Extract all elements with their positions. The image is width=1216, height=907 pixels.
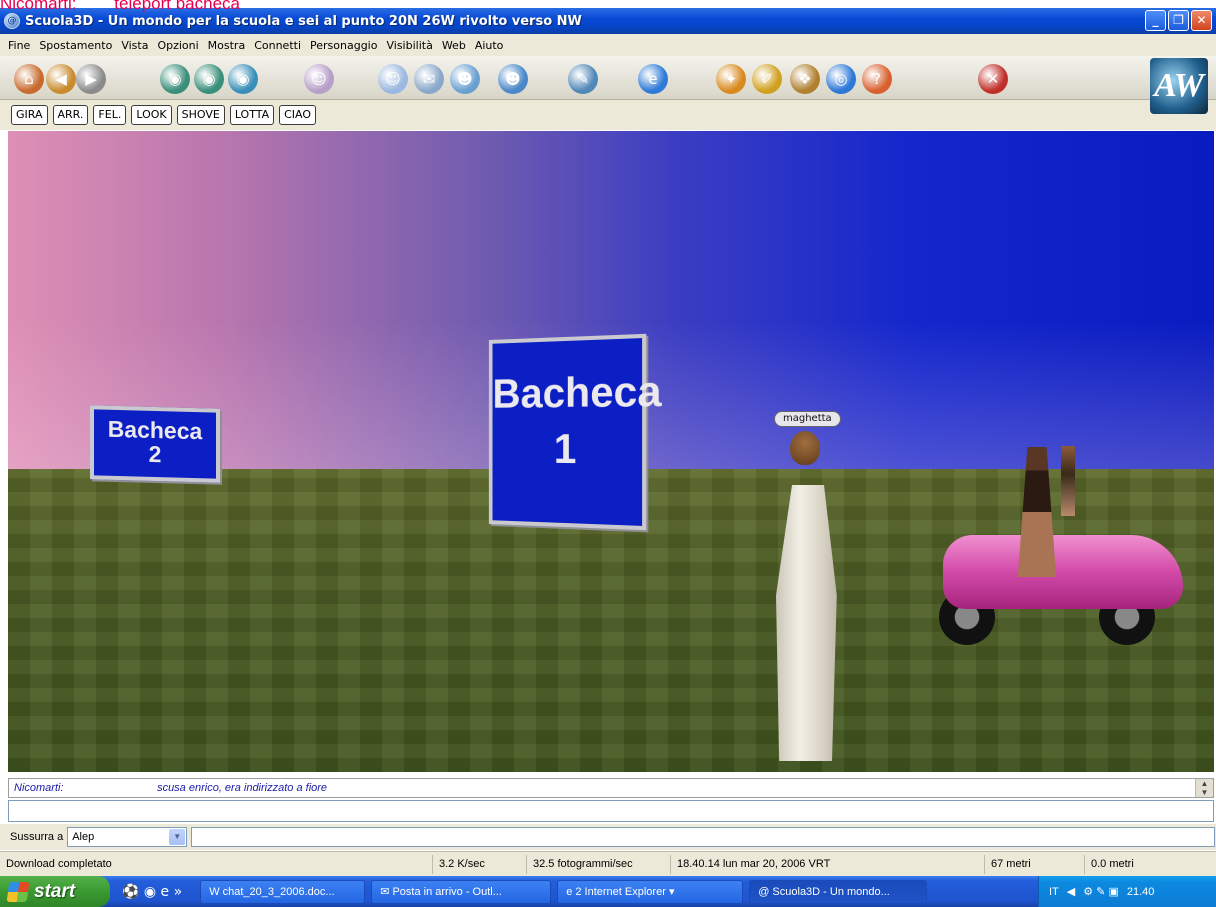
chat-log[interactable]: Nicomarti: scusa enrico, era indirizzato… bbox=[8, 778, 1214, 798]
menu-web[interactable]: Web bbox=[442, 39, 466, 52]
shove-button[interactable]: SHOVE bbox=[176, 105, 225, 125]
menu-aiuto[interactable]: Aiuto bbox=[475, 39, 504, 52]
eye-first-person-icon[interactable]: ◉ bbox=[160, 64, 190, 94]
eye-third-person-icon[interactable]: ◉ bbox=[194, 64, 224, 94]
bacheca-1-title: Bacheca bbox=[492, 366, 662, 417]
ie-icon: e bbox=[566, 885, 573, 898]
internet-explorer-icon[interactable]: e bbox=[638, 64, 668, 94]
menu-connetti[interactable]: Connetti bbox=[254, 39, 301, 52]
chevron-down-icon[interactable]: ▼ bbox=[169, 829, 186, 845]
friends-icon[interactable]: ☻ bbox=[498, 64, 528, 94]
language-indicator[interactable]: IT bbox=[1049, 886, 1059, 898]
back-icon[interactable]: ◀ bbox=[46, 64, 76, 94]
whisper-recipient-value: Alep bbox=[72, 831, 95, 843]
edit-icon[interactable]: ✐ bbox=[752, 64, 782, 94]
telegram-icon[interactable]: ✉ bbox=[414, 64, 444, 94]
lotta-button[interactable]: LOTTA bbox=[229, 105, 275, 125]
look-button[interactable]: LOOK bbox=[131, 105, 172, 125]
whisper-label: Sussurra a bbox=[10, 831, 64, 843]
status-altitude: 0.0 metri bbox=[1084, 855, 1216, 874]
menu-opzioni[interactable]: Opzioni bbox=[157, 39, 198, 52]
status-download: Download completato bbox=[6, 858, 112, 870]
taskbar-outlook[interactable]: ✉ Posta in arrivo - Outl... bbox=[371, 879, 552, 904]
exit-icon[interactable]: ✕ bbox=[978, 64, 1008, 94]
start-label: start bbox=[34, 880, 76, 902]
clock: 21.40 bbox=[1126, 885, 1155, 898]
taskbar-outlook-label: Posta in arrivo - Outl... bbox=[392, 885, 502, 898]
eye-view-icon[interactable]: ◉ bbox=[228, 64, 258, 94]
scuola3d-icon: @ bbox=[758, 885, 770, 898]
menu-bar: Fine Spostamento Vista Opzioni Mostra Co… bbox=[0, 34, 1216, 56]
world-icon[interactable]: ❖ bbox=[790, 64, 820, 94]
minimize-button[interactable]: _ bbox=[1145, 10, 1166, 31]
3d-viewport[interactable]: Bacheca 2 Bacheca 1 maghetta bbox=[8, 131, 1214, 772]
system-tray: IT ◀ ⚙ ✎ ▣ 21.40 bbox=[1038, 876, 1216, 907]
arr-button[interactable]: ARR. bbox=[52, 105, 89, 125]
home-icon[interactable]: ⌂ bbox=[14, 64, 44, 94]
maximize-button[interactable]: ❐ bbox=[1168, 10, 1189, 31]
chat-message: scusa enrico, era indirizzato a fiore bbox=[157, 782, 328, 794]
word-icon: W bbox=[209, 885, 220, 898]
taskbar-ie-group[interactable]: e 2 Internet Explorer ▾ bbox=[557, 879, 744, 904]
status-datetime: 18.40.14 lun mar 20, 2006 VRT bbox=[670, 855, 984, 874]
menu-visibilita[interactable]: Visibilità bbox=[386, 39, 432, 52]
status-distance: 67 metri bbox=[984, 855, 1084, 874]
taskbar-scuola3d[interactable]: @ Scuola3D - Un mondo... bbox=[749, 879, 928, 904]
start-button[interactable]: start bbox=[0, 876, 110, 907]
bacheca-2-title: Bacheca bbox=[107, 415, 203, 445]
chat-afk-icon[interactable]: ✎ bbox=[568, 64, 598, 94]
help-icon[interactable]: ? bbox=[862, 64, 892, 94]
close-button[interactable]: ✕ bbox=[1191, 10, 1212, 31]
maghetta-avatar[interactable] bbox=[760, 427, 850, 762]
distant-avatar[interactable] bbox=[1061, 446, 1075, 516]
pink-scooter[interactable] bbox=[923, 511, 1193, 651]
taskbar-ie-label: 2 Internet Explorer bbox=[575, 885, 666, 898]
quick-launch-icons[interactable]: ⚽ ◉ e » bbox=[122, 884, 182, 900]
whisper-recipient-select[interactable]: Alep ▼ bbox=[67, 827, 188, 847]
overlay-caption: Nicomarti: teleport bacheca bbox=[0, 0, 240, 13]
menu-spostamento[interactable]: Spostamento bbox=[39, 39, 112, 52]
taskbar-word[interactable]: W chat_20_3_2006.doc... bbox=[200, 879, 366, 904]
activeworlds-logo: AW bbox=[1150, 58, 1208, 114]
menu-mostra[interactable]: Mostra bbox=[208, 39, 246, 52]
bacheca-2-sign[interactable]: Bacheca 2 bbox=[90, 405, 220, 483]
avatar-nametag: maghetta bbox=[774, 411, 841, 427]
chat-speaker: Nicomarti: bbox=[14, 782, 64, 794]
globe-icon[interactable]: ◎ bbox=[826, 64, 856, 94]
chat-scroll-arrows-icon[interactable]: ▲ ▼ bbox=[1195, 779, 1213, 797]
avatars-icon[interactable]: ☺ bbox=[304, 64, 334, 94]
chat-input[interactable] bbox=[8, 800, 1214, 822]
whisper-bar: Sussurra a Alep ▼ bbox=[0, 824, 1216, 850]
bacheca-1-sign[interactable]: Bacheca 1 bbox=[488, 333, 662, 531]
status-fps: 32.5 fotogrammi/sec bbox=[526, 855, 670, 874]
app-icon: @ bbox=[4, 13, 20, 29]
menu-fine[interactable]: Fine bbox=[8, 39, 30, 52]
outlook-icon: ✉ bbox=[380, 885, 390, 898]
taskbar-word-label: chat_20_3_2006.doc... bbox=[222, 885, 335, 898]
forward-icon[interactable]: ▶ bbox=[76, 64, 106, 94]
whisper-message-input[interactable] bbox=[191, 827, 1216, 847]
bacheca-2-number: 2 bbox=[148, 440, 162, 468]
fel-button[interactable]: FEL. bbox=[93, 105, 127, 125]
tray-expand-icon[interactable]: ◀ bbox=[1067, 885, 1075, 898]
build-icon[interactable]: ✦ bbox=[716, 64, 746, 94]
toolbar: ⌂ ◀ ▶ ◉ ◉ ◉ ☺ ☺ ✉ ☻ ☻ ✎ e ✦ ✐ ❖ ◎? ✕ AW bbox=[0, 56, 1216, 114]
status-speed: 3.2 K/sec bbox=[432, 855, 526, 874]
window-title: Scuola3D - Un mondo per la scuola e sei … bbox=[25, 13, 582, 29]
user-icon[interactable]: ☺ bbox=[378, 64, 408, 94]
gira-button[interactable]: GIRA bbox=[11, 105, 48, 125]
windows-flag-icon bbox=[6, 881, 30, 902]
chevron-down-icon: ▾ bbox=[668, 885, 675, 898]
contacts-icon[interactable]: ☻ bbox=[450, 64, 480, 94]
windows-taskbar: start ⚽ ◉ e » W chat_20_3_2006.doc... ✉ … bbox=[0, 876, 1216, 907]
menu-personaggio[interactable]: Personaggio bbox=[310, 39, 377, 52]
status-bar: Download completato 3.2 K/sec 32.5 fotog… bbox=[0, 851, 1216, 876]
taskbar-scuola3d-label: Scuola3D - Un mondo... bbox=[772, 885, 890, 898]
gesture-bar: GIRA ARR. FEL. LOOK SHOVE LOTTA CIAO bbox=[0, 100, 1216, 130]
ciao-button[interactable]: CIAO bbox=[279, 105, 317, 125]
tray-icons[interactable]: ⚙ ✎ ▣ bbox=[1083, 885, 1119, 898]
bacheca-1-number: 1 bbox=[553, 424, 577, 473]
menu-vista[interactable]: Vista bbox=[121, 39, 148, 52]
